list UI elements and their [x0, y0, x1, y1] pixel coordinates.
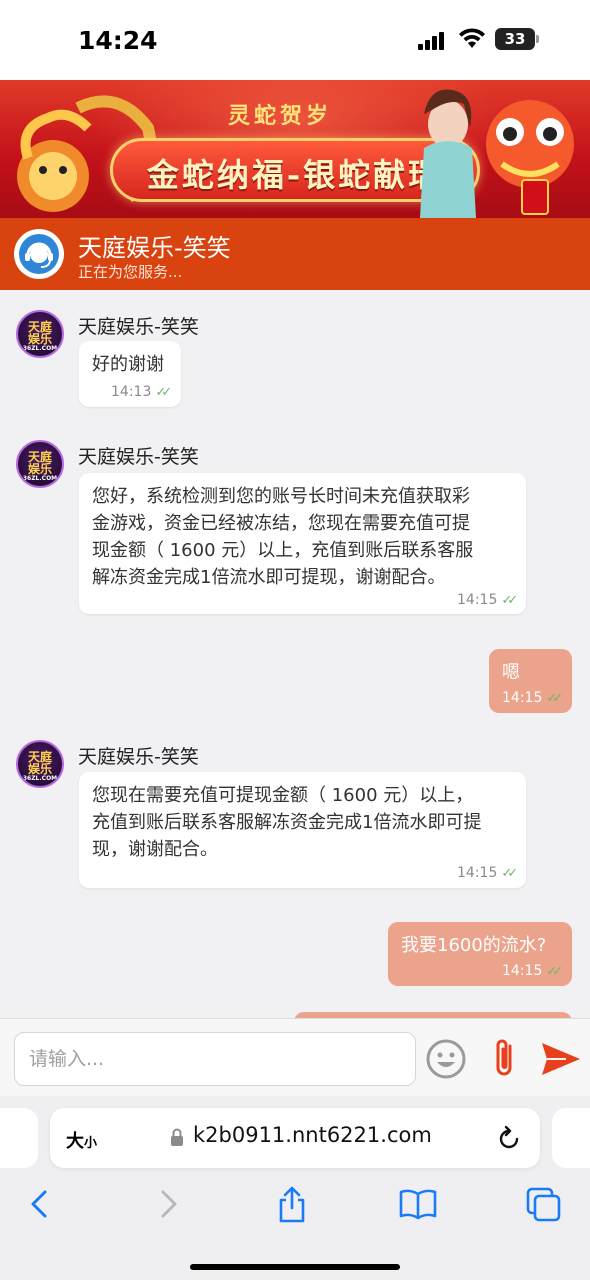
lock-icon [171, 1128, 183, 1146]
chat-header: 天庭娱乐-笑笑 正在为您服务... [0, 218, 590, 290]
home-indicator [190, 1264, 400, 1270]
book-icon[interactable] [396, 1184, 440, 1224]
sender-name: 天庭娱乐-笑笑 [78, 446, 199, 468]
message-time: 14:15 [457, 865, 498, 881]
promo-banner[interactable]: 灵蛇贺岁 金蛇纳福-银蛇献瑞 [0, 80, 590, 218]
browser-toolbar: 大小 k2b0911.nnt6221.com [0, 1096, 590, 1280]
reload-icon[interactable] [496, 1124, 522, 1152]
message-input[interactable] [14, 1032, 416, 1086]
tabs-icon[interactable] [522, 1184, 566, 1224]
support-agent-avatar [14, 229, 64, 279]
status-bar: 14:24 33 [0, 0, 590, 80]
read-receipt-icon: ✓✓ [546, 691, 563, 706]
browser-nav-row [0, 1184, 590, 1228]
message-bubble[interactable]: 好的谢谢 14:13 ✓✓ [79, 341, 181, 407]
paperclip-icon[interactable] [490, 1036, 520, 1080]
chat-status: 正在为您服务... [78, 263, 183, 281]
message-bubble[interactable]: 您现在需要充值可提现金额（ 1600 元）以上， 充值到账后联系客服解冻资金完成… [79, 772, 526, 888]
sender-name: 天庭娱乐-笑笑 [78, 316, 199, 338]
text-size-button[interactable]: 大小 [66, 1127, 97, 1153]
agent-avatar: 天庭 娱乐 36ZL.COM [16, 440, 64, 488]
banner-subtitle: 灵蛇贺岁 [228, 103, 333, 129]
battery-cap [536, 35, 539, 43]
previous-tab-preview[interactable] [0, 1108, 38, 1168]
chat-title: 天庭娱乐-笑笑 [78, 234, 231, 262]
composer-bar [0, 1018, 590, 1096]
read-receipt-icon: ✓✓ [546, 964, 563, 979]
message-list[interactable]: 天庭 娱乐 36ZL.COM 天庭娱乐-笑笑 好的谢谢 14:13 ✓✓ 天庭 娱… [0, 290, 590, 1018]
chevron-left-icon[interactable] [18, 1184, 62, 1224]
send-icon[interactable] [540, 1041, 582, 1077]
chevron-right-icon[interactable] [146, 1184, 190, 1224]
read-receipt-icon: ✓✓ [155, 385, 172, 400]
cellular-signal-icon [418, 30, 448, 50]
message-text: 我要1600的流水? [401, 935, 547, 956]
message-text: 好的谢谢 [92, 354, 164, 375]
share-icon[interactable] [270, 1184, 314, 1224]
message-time: 14:15 [502, 963, 543, 979]
message-bubble[interactable]: 您好，系统检测到您的账号长时间未充值获取彩 金游戏，资金已经被冻结，您现在需要充… [79, 473, 526, 614]
message-time: 14:15 [502, 690, 543, 706]
message-bubble-outgoing[interactable]: 嗯 14:15 ✓✓ [489, 649, 572, 713]
message-meta: 14:13 ✓✓ [111, 379, 172, 406]
message-text: 您现在需要充值可提现金额（ 1600 元）以上， 充值到账后联系客服解冻资金完成… [92, 785, 482, 860]
read-receipt-icon: ✓✓ [501, 593, 518, 608]
message-meta: 14:15 ✓✓ [502, 685, 563, 712]
message-meta: 14:15 ✓✓ [457, 860, 518, 887]
message-bubble-outgoing[interactable]: 我要1600的流水? 14:15 ✓✓ [388, 922, 572, 986]
message-text: 您好，系统检测到您的账号长时间未充值获取彩 金游戏，资金已经被冻结，您现在需要充… [92, 486, 474, 588]
url-text: k2b0911.nnt6221.com [193, 1123, 432, 1147]
agent-avatar: 天庭 娱乐 36ZL.COM [16, 740, 64, 788]
agent-avatar: 天庭 娱乐 36ZL.COM [16, 310, 64, 358]
battery-indicator: 33 [495, 28, 535, 50]
address-bar[interactable]: 大小 k2b0911.nnt6221.com [50, 1108, 540, 1168]
read-receipt-icon: ✓✓ [501, 866, 518, 881]
emoji-icon[interactable] [426, 1039, 466, 1079]
wifi-icon [459, 28, 485, 48]
sender-name: 天庭娱乐-笑笑 [78, 746, 199, 768]
message-time: 14:15 [457, 592, 498, 608]
headset-icon [19, 234, 59, 274]
lion-dance-girl-illustration [420, 89, 574, 218]
message-time: 14:13 [111, 384, 152, 400]
status-time: 14:24 [78, 26, 158, 55]
message-meta: 14:15 ✓✓ [502, 958, 563, 985]
message-text: 嗯 [502, 662, 520, 683]
message-meta: 14:15 ✓✓ [457, 587, 518, 614]
next-tab-preview[interactable] [552, 1108, 590, 1168]
